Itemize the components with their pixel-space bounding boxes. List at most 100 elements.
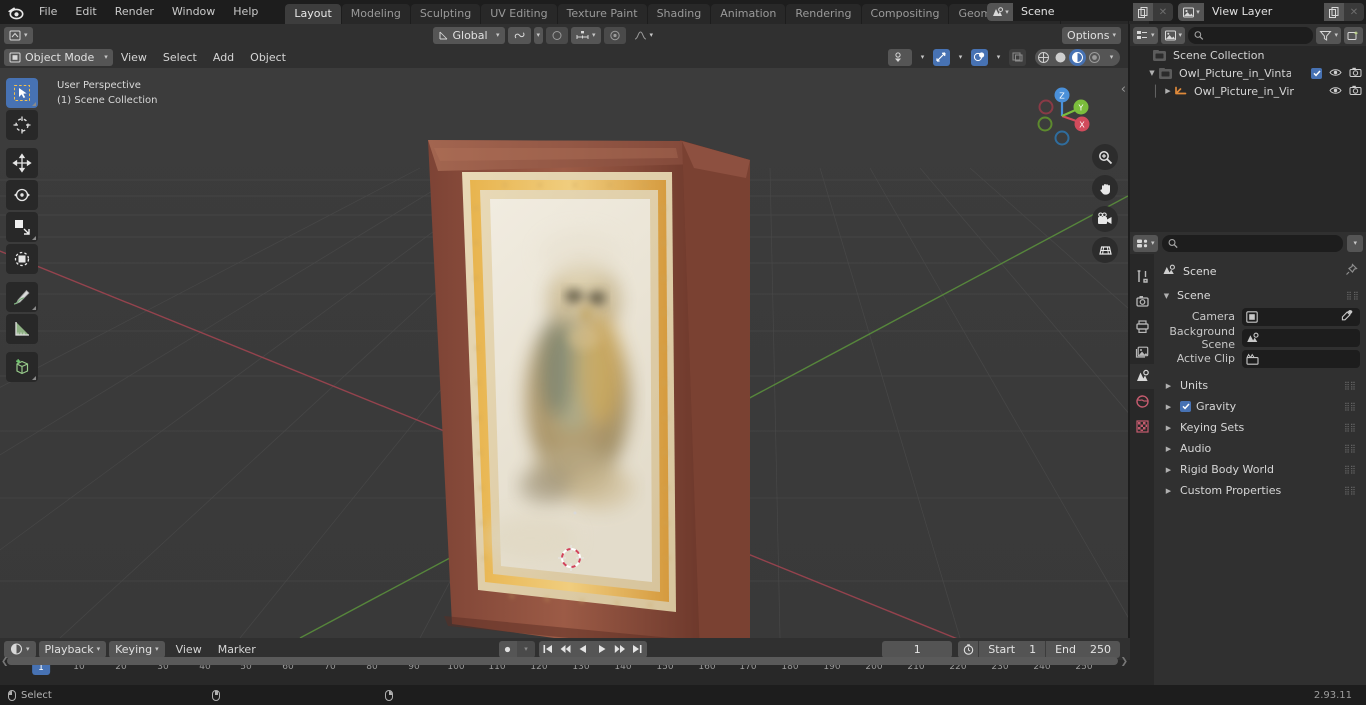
end-frame-field[interactable]: End 250 xyxy=(1046,641,1120,658)
hide-in-viewport-icon[interactable] xyxy=(1329,67,1342,80)
pin-icon[interactable] xyxy=(1345,263,1358,279)
workspace-tab-animation[interactable]: Animation xyxy=(711,4,786,24)
hide-in-viewport-icon[interactable] xyxy=(1329,85,1342,98)
navigation-gizmo[interactable]: Z X Y xyxy=(1024,78,1100,154)
pan-hand-icon[interactable] xyxy=(1092,175,1118,201)
snap-options-dropdown[interactable]: ▾ xyxy=(533,26,544,44)
tool-add-cube[interactable] xyxy=(6,352,38,382)
background-scene-field[interactable] xyxy=(1242,328,1360,347)
chevron-down-icon[interactable]: ▾ xyxy=(993,49,1004,66)
outliner-display-mode-button[interactable]: ▾ xyxy=(1160,26,1186,44)
outliner-row-scene-collection[interactable]: Scene Collection xyxy=(1130,46,1366,64)
properties-tab-texture[interactable] xyxy=(1130,414,1154,439)
properties-search-input[interactable] xyxy=(1161,234,1344,252)
chevron-down-icon[interactable]: ▾ xyxy=(955,49,966,66)
properties-tab-view-layer[interactable] xyxy=(1130,339,1154,364)
disclosure-triangle-icon[interactable]: ▶ xyxy=(1164,466,1173,474)
menu-window[interactable]: Window xyxy=(163,3,224,21)
outliner-editor-type-button[interactable]: ▾ xyxy=(1133,26,1158,44)
tool-tweak-select-box[interactable] xyxy=(6,78,38,108)
timeline-menu-marker[interactable]: Marker xyxy=(210,643,264,656)
timeline-editor-type-button[interactable]: ▾ xyxy=(4,640,36,658)
show-gizmo-toggle[interactable] xyxy=(933,48,950,66)
panel-header-rigid-body-world[interactable]: ▶ Rigid Body World ⣿⣿ xyxy=(1154,459,1366,480)
disable-in-renders-icon[interactable] xyxy=(1349,85,1362,98)
sidebar-toggle-arrow[interactable]: ‹ xyxy=(1121,82,1126,97)
eyedropper-icon[interactable] xyxy=(1341,309,1356,324)
properties-tab-scene[interactable] xyxy=(1130,364,1154,389)
shading-rendered-button[interactable] xyxy=(1086,49,1103,66)
new-collection-button[interactable] xyxy=(1344,26,1363,44)
keying-menu[interactable]: Keying ▾ xyxy=(109,640,165,658)
jump-to-start-button[interactable] xyxy=(538,640,557,658)
menu-edit[interactable]: Edit xyxy=(66,3,105,21)
panel-header-audio[interactable]: ▶ Audio ⣿⣿ xyxy=(1154,438,1366,459)
workspace-tab-rendering[interactable]: Rendering xyxy=(786,4,861,24)
current-frame-field[interactable]: 1 xyxy=(882,640,953,658)
unlink-scene-button[interactable]: ✕ xyxy=(1153,3,1173,21)
scene-icon[interactable]: ▾ xyxy=(987,3,1013,21)
menu-help[interactable]: Help xyxy=(224,3,267,21)
toggle-perspective-icon[interactable] xyxy=(1092,237,1118,263)
properties-search-field[interactable] xyxy=(1181,237,1338,249)
start-frame-field[interactable]: Start 1 xyxy=(979,641,1045,658)
disclosure-triangle-icon[interactable]: ▼ xyxy=(1162,292,1171,300)
properties-tab-tool[interactable] xyxy=(1130,264,1154,289)
editor-type-button[interactable]: ▾ xyxy=(4,26,33,44)
playback-menu[interactable]: Playback ▾ xyxy=(38,640,107,658)
menu-file[interactable]: File xyxy=(30,3,66,21)
properties-tab-world[interactable] xyxy=(1130,389,1154,414)
properties-tab-output[interactable] xyxy=(1130,314,1154,339)
panel-header-gravity[interactable]: ▶ Gravity ⣿⣿ xyxy=(1154,396,1366,417)
tool-rotate[interactable] xyxy=(6,180,38,210)
interaction-mode-dropdown[interactable]: Object Mode ▾ xyxy=(4,48,113,66)
disclosure-triangle-icon[interactable]: ▼ xyxy=(1146,69,1158,77)
scroll-right-arrow[interactable]: ❯ xyxy=(1120,657,1128,667)
properties-tab-render[interactable] xyxy=(1130,289,1154,314)
play-reverse-button[interactable] xyxy=(574,640,593,658)
use-preview-range-icon[interactable] xyxy=(958,640,979,658)
disable-in-renders-icon[interactable] xyxy=(1349,67,1362,80)
zoom-icon[interactable] xyxy=(1092,144,1118,170)
snap-toggle-button[interactable] xyxy=(507,26,531,44)
play-button[interactable] xyxy=(592,640,611,658)
outliner-row-collection[interactable]: ▼ Owl_Picture_in_Vintage_Fram xyxy=(1130,64,1366,82)
3d-viewport[interactable]: User Perspective (1) Scene Collection Z … xyxy=(0,68,1128,638)
show-overlays-toggle[interactable] xyxy=(971,48,988,66)
panel-header-keying-sets[interactable]: ▶ Keying Sets ⣿⣿ xyxy=(1154,417,1366,438)
tool-measure[interactable] xyxy=(6,314,38,344)
camera-view-icon[interactable] xyxy=(1092,206,1118,232)
view-layer-name[interactable]: View Layer xyxy=(1204,3,1324,21)
disclosure-triangle-icon[interactable]: ▶ xyxy=(1164,403,1173,411)
exclude-checkbox[interactable] xyxy=(1311,67,1322,79)
proportional-falloff-button[interactable]: ▾ xyxy=(571,26,601,44)
viewport-menu-object[interactable]: Object xyxy=(242,51,294,64)
workspace-tab-uv-editing[interactable]: UV Editing xyxy=(481,4,557,24)
tool-transform[interactable] xyxy=(6,244,38,274)
chevron-down-icon[interactable]: ▾ xyxy=(917,49,928,66)
tool-annotate[interactable] xyxy=(6,282,38,312)
properties-options-dropdown[interactable]: ▾ xyxy=(1347,234,1363,252)
outliner-search-field[interactable] xyxy=(1207,29,1308,41)
gravity-checkbox[interactable] xyxy=(1180,401,1191,412)
transform-orientation-dropdown[interactable]: Global ▾ xyxy=(432,26,505,44)
view-layer-icon[interactable]: ▾ xyxy=(1178,3,1204,21)
disclosure-triangle-icon[interactable]: ▶ xyxy=(1164,487,1173,495)
disclosure-triangle-icon[interactable]: ▶ xyxy=(1164,382,1173,390)
active-clip-field[interactable] xyxy=(1242,349,1360,368)
menu-render[interactable]: Render xyxy=(106,3,163,21)
viewport-menu-view[interactable]: View xyxy=(113,51,155,64)
disclosure-triangle-icon[interactable]: ▶ xyxy=(1164,445,1173,453)
proportional-editing-objects-toggle[interactable] xyxy=(603,26,626,44)
panel-header-scene[interactable]: ▼ Scene ⣿⣿ xyxy=(1154,286,1366,305)
workspace-tab-compositing[interactable]: Compositing xyxy=(861,4,949,24)
auto-keying-options-dropdown[interactable]: ▾ xyxy=(516,640,535,658)
camera-field[interactable] xyxy=(1242,307,1360,326)
viewport-menu-add[interactable]: Add xyxy=(205,51,242,64)
disclosure-triangle-icon[interactable]: ▶ xyxy=(1164,424,1173,432)
tool-cursor[interactable] xyxy=(6,110,38,140)
new-scene-button[interactable] xyxy=(1133,3,1153,21)
outliner-search-input[interactable] xyxy=(1188,26,1314,44)
shading-solid-button[interactable] xyxy=(1052,49,1069,66)
disclosure-triangle-icon[interactable]: ▶ xyxy=(1162,87,1174,95)
